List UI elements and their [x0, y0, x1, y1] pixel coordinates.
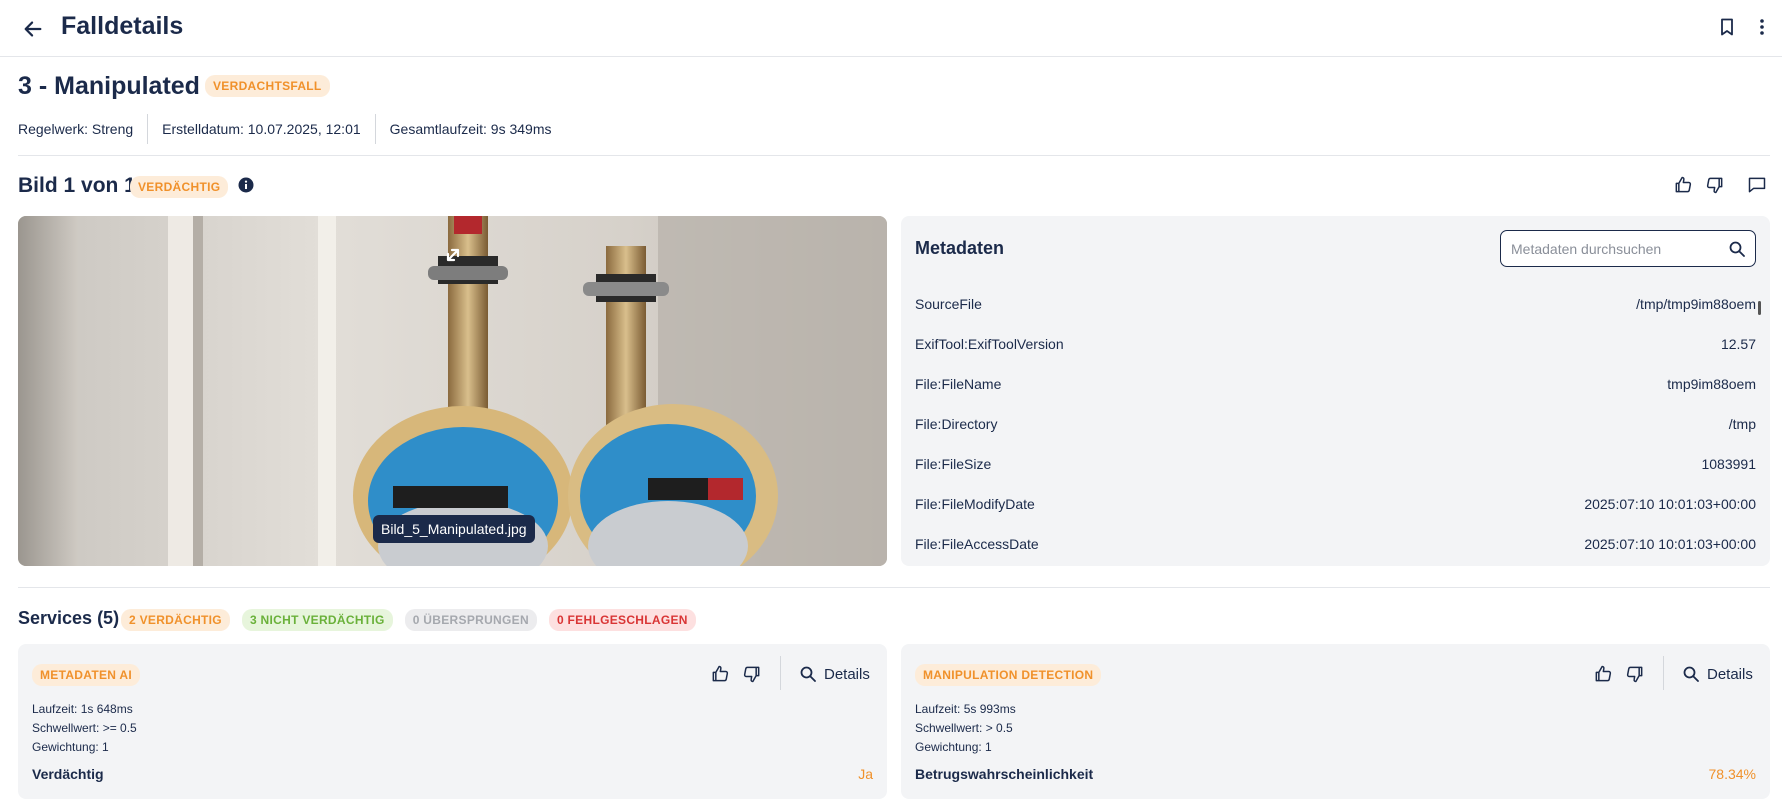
- details-label: Details: [824, 665, 870, 683]
- failed-count-badge: 0 FEHLGESCHLAGEN: [548, 609, 696, 631]
- details-button[interactable]: Details: [800, 662, 870, 686]
- metadata-search: [1500, 230, 1756, 267]
- service-weight: Gewichtung: 1: [32, 740, 109, 754]
- service-runtime: Laufzeit: 5s 993ms: [915, 702, 1016, 716]
- suspicious-count-badge: 2 VERDÄCHTIG: [121, 609, 230, 631]
- metadata-value: 2025:07:10 10:01:03+00:00: [1584, 496, 1756, 512]
- service-threshold: Schwellwert: >= 0.5: [32, 721, 137, 735]
- metadata-row: SourceFile/tmp/tmp9im88oem: [915, 284, 1756, 324]
- thumbs-down-icon[interactable]: [1625, 664, 1645, 684]
- metadata-key: File:Directory: [915, 416, 998, 432]
- service-result-label: Betrugswahrscheinlichkeit: [915, 766, 1094, 782]
- case-total-runtime: Gesamtlaufzeit: 9s 349ms: [374, 114, 566, 144]
- thumbs-down-icon[interactable]: [742, 664, 762, 684]
- metadata-value: /tmp/tmp9im88oem: [1636, 296, 1756, 312]
- info-icon[interactable]: [238, 177, 254, 193]
- case-created-date: Erstelldatum: 10.07.2025, 12:01: [147, 114, 374, 144]
- metadata-panel: Metadaten SourceFile/tmp/tmp9im88oem Exi…: [901, 216, 1770, 566]
- back-button[interactable]: [18, 14, 48, 44]
- thumbs-down-icon[interactable]: [1705, 175, 1725, 195]
- metadata-row: File:FileSize 1083991: [915, 444, 1756, 484]
- details-button[interactable]: Details: [1683, 662, 1753, 686]
- card-divider: [780, 656, 781, 690]
- case-title: 3 - Manipulated: [18, 72, 200, 100]
- metadata-search-input[interactable]: [1511, 240, 1729, 257]
- more-options-button[interactable]: [1751, 14, 1773, 40]
- thumbs-up-icon[interactable]: [710, 664, 730, 684]
- services-title: Services (5): [18, 608, 120, 628]
- service-card-metadata-ai: METADATEN AI Details Laufzeit: 1s 648ms …: [18, 644, 887, 799]
- more-vertical-icon: [1760, 19, 1764, 35]
- service-runtime: Laufzeit: 1s 648ms: [32, 702, 133, 716]
- service-name-badge: MANIPULATION DETECTION: [915, 664, 1102, 686]
- expand-icon[interactable]: [440, 242, 466, 268]
- image-filename-label: Bild_5_Manipulated.jpg: [373, 515, 535, 543]
- service-result-value: Ja: [858, 766, 873, 782]
- metadata-row: File:FileAccessDate 2025:07:10 10:01:03+0…: [915, 524, 1756, 560]
- services-summary-badges: 2 VERDÄCHTIG 3 NICHT VERDÄCHTIG 0 ÜBERSP…: [121, 609, 696, 631]
- case-status-badge: VERDACHTSFALL: [205, 75, 330, 97]
- metadata-value: /tmp: [1728, 416, 1756, 432]
- metadata-key: SourceFile: [915, 296, 982, 312]
- thumbs-up-icon[interactable]: [1593, 664, 1613, 684]
- case-image[interactable]: [18, 216, 887, 566]
- skipped-count-badge: 0 ÜBERSPRUNGEN: [404, 609, 537, 631]
- section-divider: [18, 587, 1770, 588]
- metadata-value: 2025:07:10 10:01:03+00:00: [1584, 536, 1756, 552]
- image-status-badge: VERDÄCHTIG: [130, 176, 229, 198]
- metadata-key: File:FileSize: [915, 456, 992, 472]
- metadata-row: File:FileModifyDate 2025:07:10 10:01:03+0…: [915, 484, 1756, 524]
- metadata-key: File:FileName: [915, 376, 1002, 392]
- metadata-value: tmp9im88oem: [1667, 376, 1756, 392]
- thumbs-up-icon[interactable]: [1673, 175, 1693, 195]
- not-suspicious-count-badge: 3 NICHT VERDÄCHTIG: [241, 609, 393, 631]
- metadata-scrollbar[interactable]: [1758, 301, 1761, 315]
- metadata-list[interactable]: SourceFile/tmp/tmp9im88oem ExifTool:Exif…: [915, 284, 1756, 560]
- service-threshold: Schwellwert: > 0.5: [915, 721, 1013, 735]
- bookmark-icon: [1721, 18, 1733, 36]
- case-ruleset: Regelwerk: Streng: [18, 121, 134, 137]
- case-meta-row: Regelwerk: Streng Erstelldatum: 10.07.20…: [18, 114, 566, 144]
- comment-icon[interactable]: [1747, 175, 1767, 195]
- service-name-badge: METADATEN AI: [32, 664, 141, 686]
- metadata-value: 12.57: [1720, 336, 1756, 352]
- service-weight: Gewichtung: 1: [915, 740, 992, 754]
- service-card-manipulation-detection: MANIPULATION DETECTION Details Laufzeit:…: [901, 644, 1770, 799]
- service-stats: Laufzeit: 1s 648ms Schwellwert: >= 0.5 G…: [32, 700, 137, 757]
- metadata-key: File:FileModifyDate: [915, 496, 1035, 512]
- card-divider: [1663, 656, 1664, 690]
- search-icon: [1683, 666, 1699, 682]
- metadata-key: File:FileAccessDate: [915, 536, 1039, 552]
- service-result-value: 78.34%: [1708, 766, 1756, 782]
- search-icon: [800, 666, 816, 682]
- search-icon[interactable]: [1729, 241, 1745, 257]
- metadata-value: 1083991: [1701, 456, 1756, 472]
- back-arrow-icon: [24, 21, 42, 37]
- page-title: Falldetails: [61, 12, 184, 40]
- metadata-row: File:FileName tmp9im88oem: [915, 364, 1756, 404]
- service-result-label: Verdächtig: [32, 766, 104, 782]
- section-divider: [18, 155, 1770, 156]
- water-meter-photo: [18, 216, 887, 566]
- top-bar: Falldetails: [0, 0, 1782, 57]
- metadata-key: ExifTool:ExifToolVersion: [915, 336, 1064, 352]
- service-stats: Laufzeit: 5s 993ms Schwellwert: > 0.5 Ge…: [915, 700, 1016, 757]
- image-section-title: Bild 1 von 1: [18, 174, 136, 197]
- metadata-row: ExifTool:ExifToolVersion 12.57: [915, 324, 1756, 364]
- bookmark-button[interactable]: [1716, 14, 1738, 40]
- metadata-title: Metadaten: [915, 238, 1005, 258]
- details-label: Details: [1707, 665, 1753, 683]
- metadata-row: File:Directory/tmp: [915, 404, 1756, 444]
